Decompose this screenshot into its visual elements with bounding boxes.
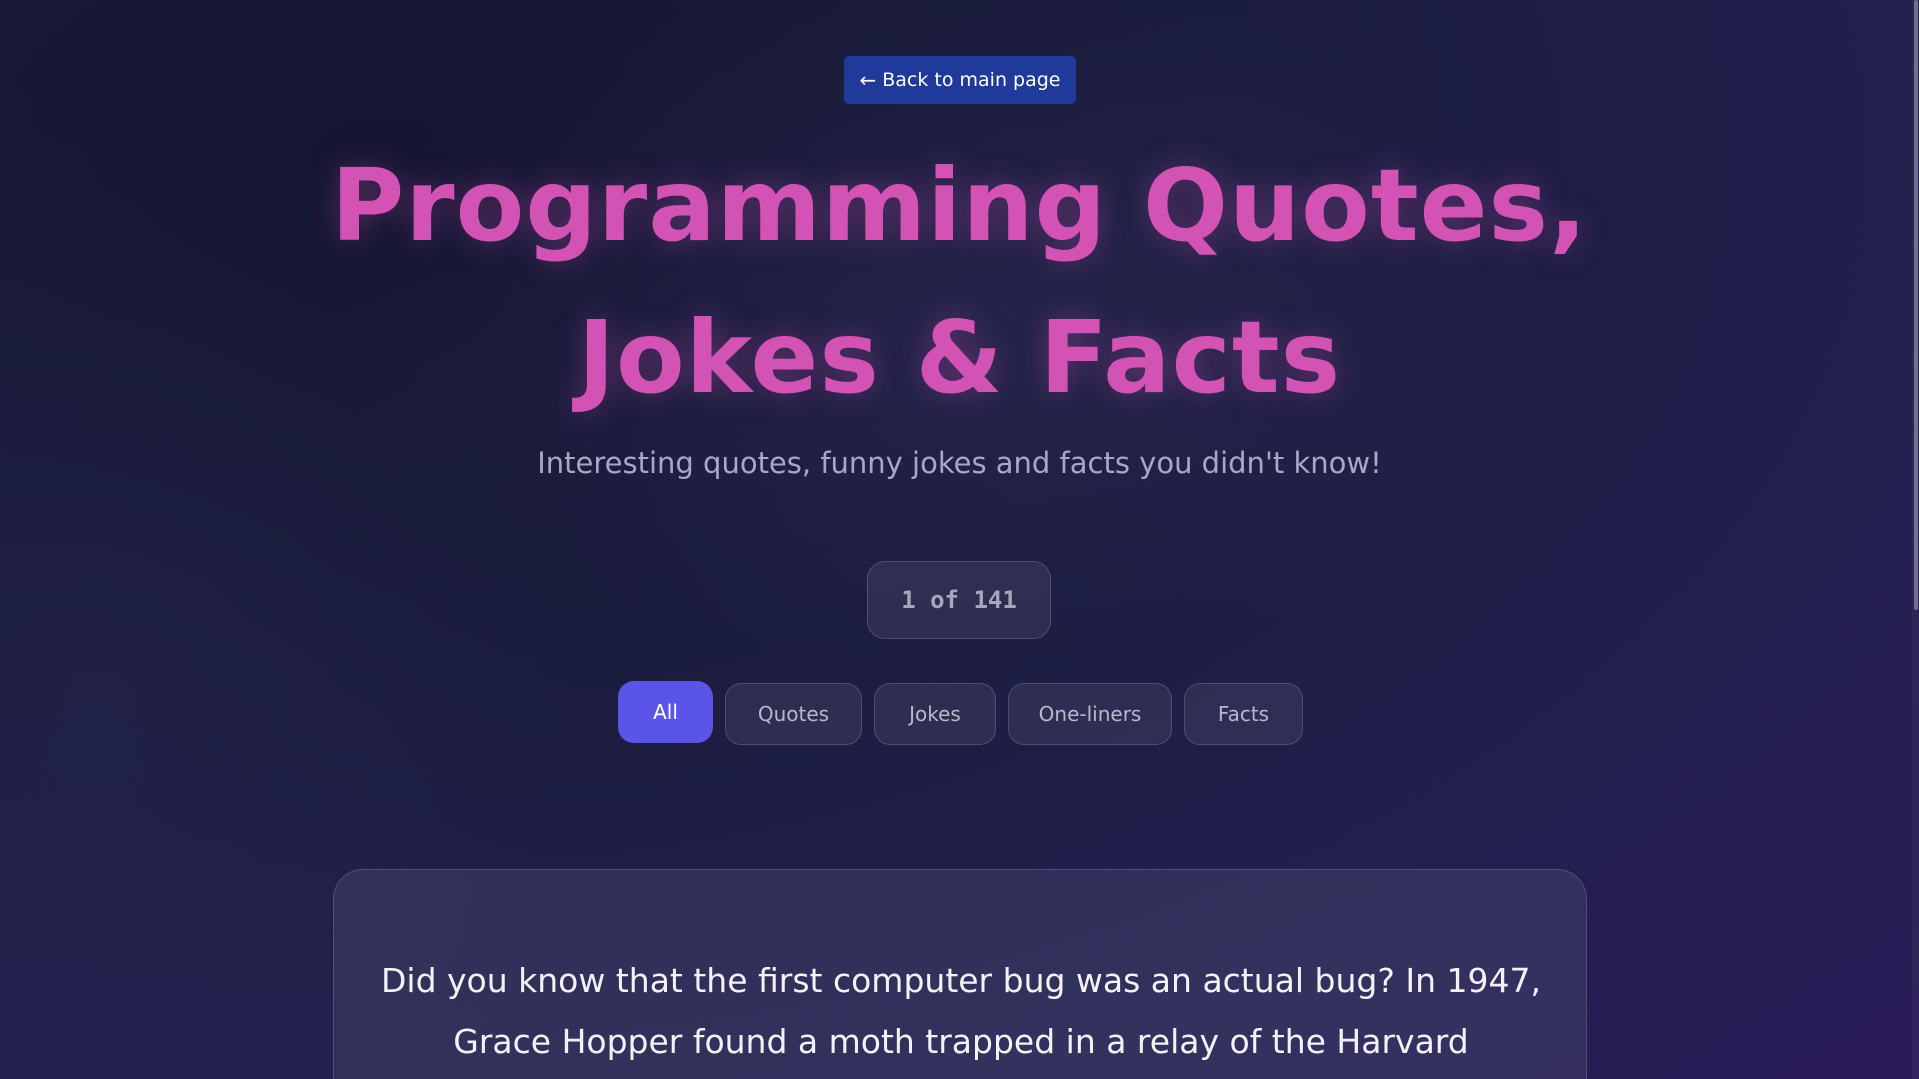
back-to-main-button[interactable]: ← Back to main page [844, 56, 1076, 104]
item-counter: 1 of 141 [867, 561, 1051, 639]
page-title: Programming Quotes, Jokes & Facts [0, 130, 1919, 434]
page-subtitle: Interesting quotes, funny jokes and fact… [537, 446, 1382, 480]
filter-bar: All Quotes Jokes One-liners Facts [0, 681, 1919, 753]
filter-quotes-button[interactable]: Quotes [725, 683, 862, 745]
content-card: Did you know that the first computer bug… [333, 869, 1587, 1079]
filter-facts-button[interactable]: Facts [1184, 683, 1303, 745]
scrollbar-track[interactable] [1912, 0, 1919, 1079]
filter-one-liners-button[interactable]: One-liners [1008, 683, 1172, 745]
page-title-line-2: Jokes & Facts [577, 299, 1342, 416]
filter-jokes-button[interactable]: Jokes [874, 683, 996, 745]
filter-all-button[interactable]: All [618, 681, 713, 743]
card-text: Did you know that the first computer bug… [381, 961, 1541, 1061]
page-title-line-1: Programming Quotes, [331, 147, 1588, 264]
arrow-left-icon: ← [859, 68, 877, 92]
back-button-label: Back to main page [882, 69, 1061, 91]
scrollbar-thumb[interactable] [1914, 0, 1918, 610]
